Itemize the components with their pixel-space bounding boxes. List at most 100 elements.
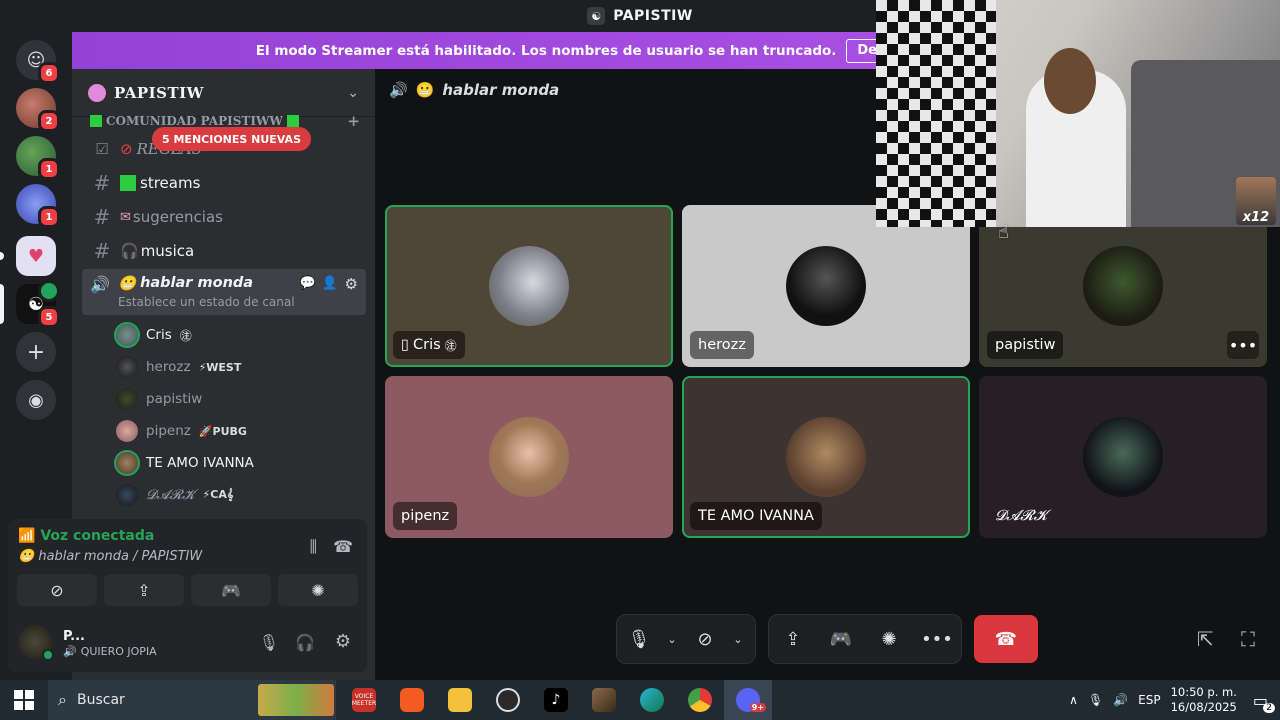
server-icon-3[interactable]: 1 [16, 184, 60, 228]
brave-icon [400, 688, 424, 712]
participant-tile[interactable]: ▯ Cris ㊟ [385, 205, 673, 367]
channel-sugerencias[interactable]: # ✉ sugerencias [82, 201, 366, 233]
microphone-icon[interactable]: 🎙 [1088, 693, 1103, 707]
compass-icon: ◉ [28, 389, 44, 411]
more-options-button[interactable]: ••• [1227, 331, 1259, 359]
headphones-icon[interactable]: 🎧 [295, 633, 315, 652]
channel-status-prompt[interactable]: Establece un estado de canal [118, 295, 295, 309]
participant-name: Cris [412, 337, 441, 353]
participant-tile[interactable]: papistiw ••• [979, 205, 1267, 367]
camera-options-chevron[interactable]: ⌄ [727, 617, 749, 661]
notifications-icon[interactable]: ▭ 2 [1253, 691, 1275, 713]
server-icon-4[interactable]: ♥ [16, 236, 56, 276]
taskbar-app-voicemeeter[interactable]: VOICE MEETER [340, 680, 388, 720]
taskbar-app-obs[interactable] [484, 680, 532, 720]
voice-connected-status[interactable]: 📶 Voz conectada [18, 528, 154, 544]
new-mentions-badge[interactable]: 5 MENCIONES NUEVAS [152, 127, 311, 151]
taskbar-app-explorer[interactable] [436, 680, 484, 720]
invite-user-icon[interactable]: 👤 [322, 276, 338, 291]
server-icon-papistiw[interactable]: ☯ 5 [16, 280, 60, 328]
member-tag: 🚀PUBG [198, 424, 247, 438]
voice-member[interactable]: herozz ⚡WEST [116, 353, 241, 381]
voice-indicator-icon: 🔊 [63, 645, 77, 658]
gear-icon[interactable]: ⚙ [335, 631, 351, 652]
channel-name: musica [140, 242, 195, 260]
green-square-icon [120, 175, 136, 191]
share-screen-button[interactable]: ⇪ [771, 617, 815, 661]
gear-icon[interactable]: ⚙ [345, 275, 358, 293]
soundboard-icon: ✺ [311, 580, 325, 600]
taskbar-app-brave[interactable] [388, 680, 436, 720]
server-icon-2[interactable]: 1 [16, 136, 60, 180]
explore-servers-button[interactable]: ◉ [16, 380, 56, 420]
participant-tile[interactable]: TE AMO IVANNA [682, 376, 970, 538]
participant-tile[interactable]: herozz [682, 205, 970, 367]
server-icon-1[interactable]: 2 [16, 88, 60, 132]
taskbar-app-edge[interactable] [628, 680, 676, 720]
category-name: COMUNIDAD PAPISTIWW [106, 114, 283, 128]
noise-suppression-icon[interactable]: ⫼ [310, 537, 317, 557]
volume-icon[interactable]: 🔊 [1113, 693, 1128, 707]
mute-button[interactable]: 🎙 [617, 617, 661, 661]
clock-date: 16/08/2025 [1170, 700, 1237, 714]
server-badge: 2 [38, 110, 60, 132]
activities-button[interactable]: 🎮 [191, 574, 271, 606]
hashtag-icon: # [93, 239, 111, 263]
voice-channel-name: hablar monda [140, 275, 254, 291]
voice-channel-title: hablar monda [442, 81, 560, 99]
popout-icon[interactable]: ⇱ [1197, 627, 1214, 651]
channel-streams[interactable]: # streams [82, 167, 366, 199]
participant-avatar [489, 417, 569, 497]
voice-channel-header: 🔊 😬 hablar monda [389, 81, 559, 99]
channel-musica[interactable]: # 🎧 musica [82, 235, 366, 267]
disconnect-icon[interactable]: ☎ [333, 537, 353, 556]
microphone-icon[interactable]: 🎙 [259, 633, 279, 652]
voice-active-icon [38, 280, 60, 302]
audio-options-chevron[interactable]: ⌄ [661, 617, 683, 661]
share-screen-button[interactable]: ⇪ [104, 574, 184, 606]
disconnect-button[interactable]: ☎ [974, 615, 1038, 663]
camera-button[interactable]: ⊘ [683, 617, 727, 661]
voice-channel-path[interactable]: 😬 hablar monda / PAPISTIW [18, 549, 202, 564]
soundboard-button[interactable]: ✺ [278, 574, 358, 606]
participant-tile[interactable]: pipenz [385, 376, 673, 538]
participant-name-tag: papistiw [987, 331, 1064, 359]
phone-hangup-icon: ☎ [994, 628, 1018, 650]
member-name: pipenz [146, 423, 191, 439]
taskbar-app-discord[interactable]: 9+ [724, 680, 772, 720]
username[interactable]: P... [63, 629, 85, 644]
voice-member[interactable]: TE AMO IVANNA [116, 449, 254, 477]
taskbar-app-photo[interactable] [580, 680, 628, 720]
add-channel-icon[interactable]: + [347, 113, 360, 129]
language-indicator[interactable]: ESP [1138, 693, 1160, 707]
discord-home-button[interactable]: ☺ 6 [16, 40, 60, 84]
camera-toggle-button[interactable]: ⊘ [17, 574, 97, 606]
taskbar-app-chrome[interactable] [676, 680, 724, 720]
voice-member[interactable]: Cris ㊟ [116, 321, 192, 349]
chevron-up-icon[interactable]: ∧ [1069, 693, 1078, 707]
member-name: 𝓓𝓐𝓡𝓚 [146, 487, 195, 503]
counter-text: x12 [1242, 210, 1270, 225]
more-options-button[interactable]: ••• [915, 617, 959, 661]
chevron-down-icon: ⌄ [733, 632, 743, 646]
fullscreen-icon[interactable]: ⛶ [1241, 627, 1255, 651]
taskbar-search[interactable]: ⌕ Buscar [48, 680, 336, 720]
chat-bubble-icon[interactable]: 💬 [300, 276, 316, 291]
participant-name-tag: TE AMO IVANNA [690, 502, 822, 530]
soundboard-button[interactable]: ✺ [867, 617, 911, 661]
grimace-emoji-icon: 😬 [415, 81, 435, 99]
clock[interactable]: 10:50 p. m. 16/08/2025 [1171, 685, 1237, 715]
add-server-button[interactable]: + [16, 332, 56, 372]
activities-button[interactable]: 🎮 [819, 617, 863, 661]
search-placeholder: Buscar [76, 692, 125, 708]
participant-tile[interactable]: 𝓓𝓐𝓡𝓚 [979, 376, 1267, 538]
taskbar-app-tiktok[interactable]: ♪ [532, 680, 580, 720]
voice-member[interactable]: pipenz 🚀PUBG [116, 417, 247, 445]
voice-connection-panel: 📶 Voz conectada 😬 hablar monda / PAPISTI… [8, 519, 367, 615]
guild-header[interactable]: PAPISTIW ⌄ [72, 69, 375, 117]
voice-channel-hablar-monda[interactable]: 🔊 😬 hablar monda Establece un estado de … [82, 269, 366, 315]
voice-member[interactable]: 𝓓𝓐𝓡𝓚 ⚡CA𝄞 [116, 481, 233, 509]
voice-member[interactable]: papistiw [116, 385, 202, 413]
mailbox-icon: ✉ [120, 209, 131, 225]
windows-start-icon[interactable] [14, 690, 34, 710]
